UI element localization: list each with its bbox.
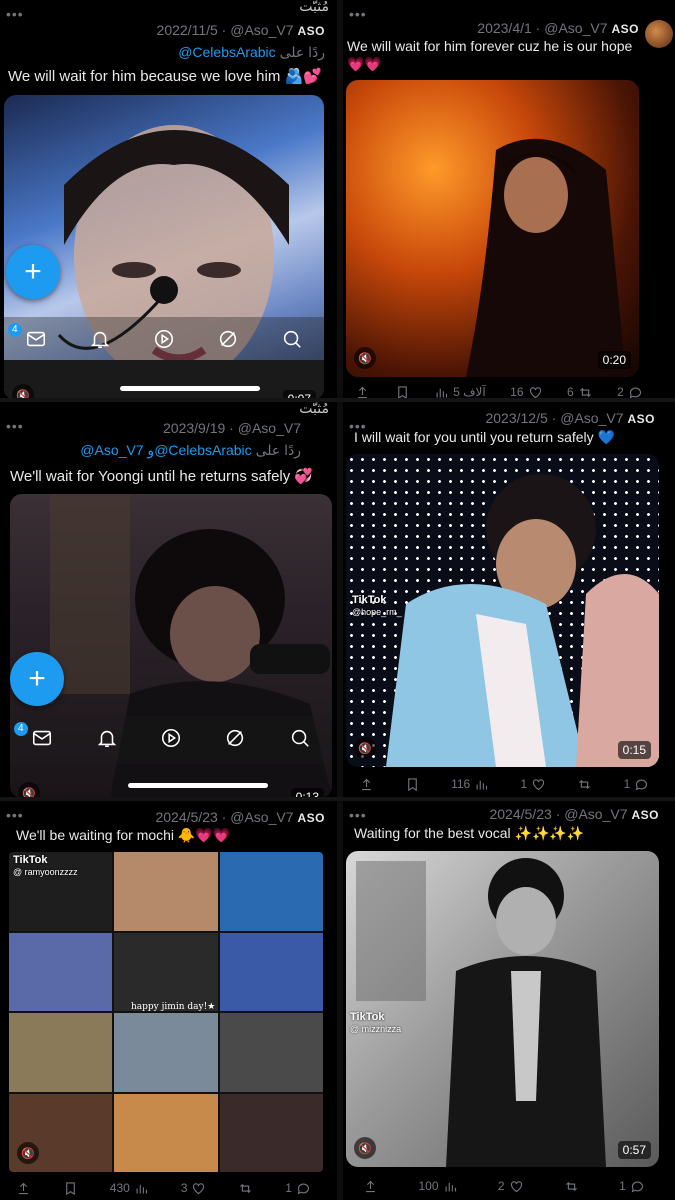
bottom-tab-bar bbox=[10, 716, 332, 764]
tweet-text: We will wait for him forever cuz he is o… bbox=[347, 38, 633, 54]
bookmark-icon[interactable] bbox=[63, 1181, 78, 1196]
tweet-panel-6: ••• 2024/5/23 · @Aso_V7 ASO Waiting for t… bbox=[343, 801, 675, 1200]
grok-tab-icon[interactable] bbox=[217, 328, 239, 355]
messages-tab-icon[interactable] bbox=[31, 727, 53, 754]
tweet-actions: 116 1 1 bbox=[343, 774, 665, 794]
mute-icon[interactable]: 🔇 bbox=[18, 782, 40, 798]
bottom-tab-bar bbox=[4, 317, 324, 365]
more-options-icon[interactable]: ••• bbox=[6, 807, 24, 823]
tweet-meta: 2023/9/19 · @Aso_V7 bbox=[163, 420, 301, 436]
avatar[interactable] bbox=[645, 20, 673, 48]
tiktok-watermark: TikTok @ mizznizza bbox=[350, 1011, 402, 1034]
compose-fab[interactable]: + bbox=[10, 652, 64, 706]
tweet-panel-1: ••• مُثبّت 2022/11/5 · @Aso_V7 ASO @Celeb… bbox=[0, 0, 337, 400]
messages-badge: 4 bbox=[14, 722, 28, 736]
messages-badge: 4 bbox=[8, 323, 22, 337]
photo-collage bbox=[9, 852, 323, 1172]
figure-illustration bbox=[356, 858, 606, 1167]
tweet-meta: 2023/4/1 · @Aso_V7 ASO bbox=[477, 20, 639, 36]
share-icon[interactable] bbox=[363, 1179, 378, 1194]
video-duration: 0:57 bbox=[617, 1141, 651, 1159]
grok-tab-icon[interactable] bbox=[224, 727, 246, 754]
more-options-icon[interactable]: ••• bbox=[349, 807, 367, 823]
video-tab-icon[interactable] bbox=[160, 727, 182, 754]
retweet-icon[interactable] bbox=[577, 777, 592, 792]
mute-icon[interactable]: 🔇 bbox=[354, 737, 376, 759]
mute-icon[interactable]: 🔇 bbox=[354, 347, 376, 369]
tweet-text: Waiting for the best vocal ✨✨✨✨ bbox=[354, 825, 585, 841]
tweet-panel-4: ••• 2023/12/5 · @Aso_V7 ASO I will wait f… bbox=[343, 402, 675, 798]
tweet-text: I will wait for you until you return saf… bbox=[354, 429, 615, 445]
tweet-video[interactable]: TikTok @hope_rm_ 🔇 0:15 bbox=[346, 454, 659, 767]
tweet-video[interactable]: + 4 🔇 0:13 bbox=[10, 494, 332, 798]
pinned-label: مُثبّت bbox=[299, 402, 329, 416]
mute-icon[interactable]: 🔇 bbox=[17, 1142, 39, 1164]
home-indicator bbox=[128, 783, 268, 788]
reply-to: @Aso_V7 و@CelebsArabic ردًا على bbox=[80, 442, 301, 458]
pinned-label: مُثبّت bbox=[299, 0, 329, 14]
notifications-tab-icon[interactable] bbox=[96, 727, 118, 754]
reply-stat[interactable]: 1 bbox=[624, 777, 650, 792]
mute-icon[interactable]: 🔇 bbox=[354, 1137, 376, 1159]
tweet-text: We will wait for him because we love him… bbox=[8, 68, 322, 85]
like-stat[interactable]: 1 bbox=[520, 777, 546, 792]
more-options-icon[interactable]: ••• bbox=[6, 6, 24, 22]
tweet-video[interactable]: 🔇 0:20 bbox=[346, 80, 639, 377]
share-icon[interactable] bbox=[16, 1181, 31, 1196]
views-stat[interactable]: 116 bbox=[451, 777, 489, 792]
collage-caption: happy jimin day!★ bbox=[131, 1002, 216, 1012]
views-stat[interactable]: 100 bbox=[418, 1179, 457, 1194]
tweet-video[interactable]: + 4 🔇 0:07 bbox=[4, 95, 324, 400]
reply-stat[interactable]: 1 bbox=[619, 1179, 645, 1194]
tweet-panel-3: ••• مُثبّت 2023/9/19 · @Aso_V7 @Aso_V7 و… bbox=[0, 402, 337, 798]
video-tab-icon[interactable] bbox=[153, 328, 175, 355]
tweet-panel-5: ••• 2024/5/23 · @Aso_V7 ASO We'll be wait… bbox=[0, 801, 337, 1200]
tweet-actions: 430 3 1 bbox=[0, 1178, 327, 1198]
figure-illustration bbox=[466, 138, 626, 377]
search-tab-icon[interactable] bbox=[281, 328, 303, 355]
like-stat[interactable]: 2 bbox=[498, 1179, 524, 1194]
tweet-text: We'll wait for Yoongi until he returns s… bbox=[10, 468, 314, 485]
home-indicator bbox=[120, 386, 260, 391]
bookmark-icon[interactable] bbox=[405, 777, 420, 792]
retweet-icon[interactable] bbox=[564, 1179, 579, 1194]
tweet-video[interactable]: TikTok @ ramyoonzzzz happy jimin day!★ 🔇 bbox=[9, 852, 323, 1172]
tiktok-watermark: TikTok @ ramyoonzzzz bbox=[13, 854, 78, 877]
video-duration: 0:15 bbox=[617, 741, 651, 759]
tiktok-watermark: TikTok @hope_rm_ bbox=[352, 594, 402, 617]
tweet-text: We'll be waiting for mochi 🐥💗💗 bbox=[16, 827, 231, 843]
tweet-meta: 2024/5/23 · @Aso_V7 ASO bbox=[489, 806, 659, 822]
tweet-video[interactable]: TikTok @ mizznizza 🔇 0:57 bbox=[346, 851, 659, 1167]
tweet-meta: 2022/11/5 · @Aso_V7 ASO bbox=[156, 22, 325, 38]
like-stat[interactable]: 3 bbox=[181, 1181, 207, 1196]
tweet-panel-2: ••• 2023/4/1 · @Aso_V7 ASO We will wait f… bbox=[343, 0, 675, 400]
reply-to: @CelebsArabic ردًا على bbox=[178, 44, 325, 60]
more-options-icon[interactable]: ••• bbox=[6, 418, 24, 434]
video-duration: 0:20 bbox=[597, 351, 631, 369]
tweet-meta: 2023/12/5 · @Aso_V7 ASO bbox=[485, 410, 655, 426]
messages-tab-icon[interactable] bbox=[25, 328, 47, 355]
more-options-icon[interactable]: ••• bbox=[349, 6, 367, 22]
share-icon[interactable] bbox=[359, 777, 374, 792]
reply-stat[interactable]: 1 bbox=[285, 1181, 311, 1196]
compose-fab[interactable]: + bbox=[6, 245, 60, 299]
tweet-meta: 2024/5/23 · @Aso_V7 ASO bbox=[155, 809, 325, 825]
notifications-tab-icon[interactable] bbox=[89, 328, 111, 355]
views-stat[interactable]: 430 bbox=[110, 1181, 149, 1196]
tweet-actions: 100 2 1 bbox=[343, 1176, 665, 1196]
tweet-emoji: 💗💗 bbox=[347, 56, 382, 72]
retweet-icon[interactable] bbox=[238, 1181, 253, 1196]
search-tab-icon[interactable] bbox=[289, 727, 311, 754]
